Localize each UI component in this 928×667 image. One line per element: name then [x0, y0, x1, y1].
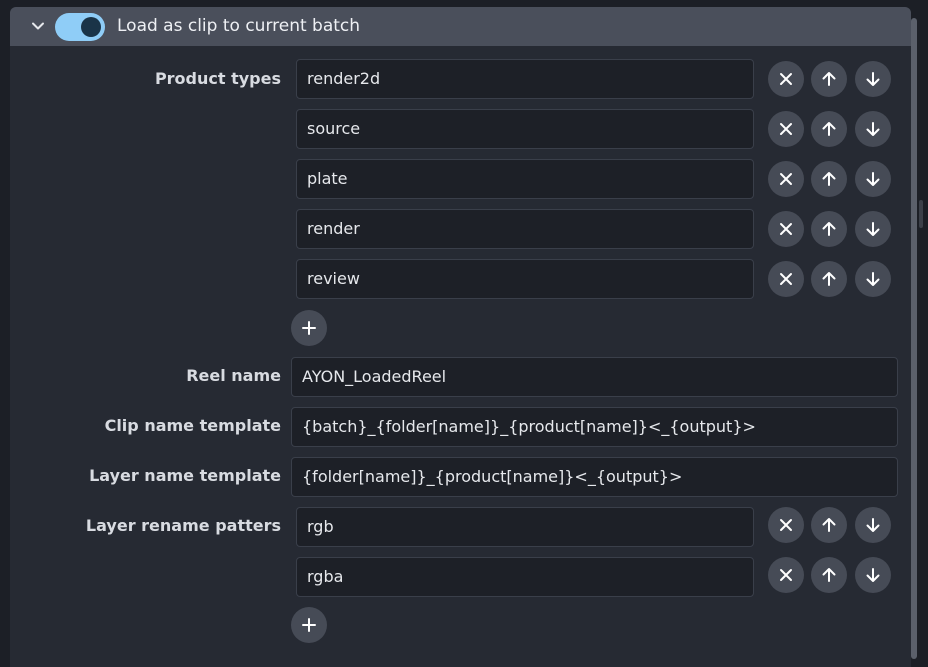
scrollbar[interactable] — [911, 18, 917, 659]
close-icon — [780, 273, 792, 285]
product-type-input-source[interactable]: source — [296, 109, 754, 149]
move-up-button[interactable] — [811, 261, 847, 297]
remove-button[interactable] — [768, 161, 804, 197]
arrow-down-icon — [866, 172, 880, 186]
move-up-button[interactable] — [811, 557, 847, 593]
scrollbar-handle[interactable] — [919, 200, 923, 228]
section-title: Load as clip to current batch — [117, 16, 361, 36]
move-up-button[interactable] — [811, 61, 847, 97]
add-product-type-button[interactable] — [291, 310, 327, 346]
move-up-button[interactable] — [811, 507, 847, 543]
move-down-button[interactable] — [855, 161, 891, 197]
layer-name-template-label: Layer name template — [89, 466, 281, 485]
product-type-input-plate[interactable]: plate — [296, 159, 754, 199]
move-down-button[interactable] — [855, 557, 891, 593]
arrow-up-icon — [822, 122, 836, 136]
clip-name-template-label: Clip name template — [104, 416, 281, 435]
close-icon — [780, 569, 792, 581]
arrow-down-icon — [866, 518, 880, 532]
arrow-down-icon — [866, 222, 880, 236]
close-icon — [780, 223, 792, 235]
rename-pattern-input-rgba[interactable]: rgba — [296, 557, 754, 597]
remove-button[interactable] — [768, 111, 804, 147]
close-icon — [780, 173, 792, 185]
plus-icon — [302, 321, 316, 335]
move-up-button[interactable] — [811, 111, 847, 147]
section-header[interactable]: Load as clip to current batch — [10, 7, 911, 46]
move-down-button[interactable] — [855, 111, 891, 147]
reel-name-input[interactable]: AYON_LoadedReel — [291, 357, 898, 397]
enable-toggle[interactable] — [55, 13, 105, 41]
clip-name-template-input[interactable]: {batch}_{folder[name]}_{product[name]}<_… — [291, 407, 898, 447]
arrow-down-icon — [866, 72, 880, 86]
arrow-up-icon — [822, 72, 836, 86]
arrow-down-icon — [866, 122, 880, 136]
arrow-up-icon — [822, 568, 836, 582]
remove-button[interactable] — [768, 261, 804, 297]
reel-name-label: Reel name — [186, 366, 281, 385]
close-icon — [780, 123, 792, 135]
move-down-button[interactable] — [855, 211, 891, 247]
move-down-button[interactable] — [855, 61, 891, 97]
close-icon — [780, 73, 792, 85]
product-types-label: Product types — [154, 69, 281, 88]
chevron-down-icon[interactable] — [30, 18, 46, 34]
product-type-input-render[interactable]: render — [296, 209, 754, 249]
plus-icon — [302, 618, 316, 632]
remove-button[interactable] — [768, 507, 804, 543]
move-up-button[interactable] — [811, 161, 847, 197]
layer-name-template-input[interactable]: {folder[name]}_{product[name]}<_{output}… — [291, 457, 898, 497]
arrow-down-icon — [866, 272, 880, 286]
remove-button[interactable] — [768, 211, 804, 247]
move-down-button[interactable] — [855, 261, 891, 297]
remove-button[interactable] — [768, 557, 804, 593]
product-type-input-render2d[interactable]: render2d — [296, 59, 754, 99]
arrow-up-icon — [822, 222, 836, 236]
product-type-input-review[interactable]: review — [296, 259, 754, 299]
add-rename-pattern-button[interactable] — [291, 607, 327, 643]
layer-rename-patterns-label: Layer rename patters — [85, 516, 281, 535]
arrow-down-icon — [866, 568, 880, 582]
arrow-up-icon — [822, 172, 836, 186]
close-icon — [780, 519, 792, 531]
move-down-button[interactable] — [855, 507, 891, 543]
arrow-up-icon — [822, 272, 836, 286]
arrow-up-icon — [822, 518, 836, 532]
move-up-button[interactable] — [811, 211, 847, 247]
remove-button[interactable] — [768, 61, 804, 97]
rename-pattern-input-rgb[interactable]: rgb — [296, 507, 754, 547]
toggle-knob — [81, 17, 101, 37]
